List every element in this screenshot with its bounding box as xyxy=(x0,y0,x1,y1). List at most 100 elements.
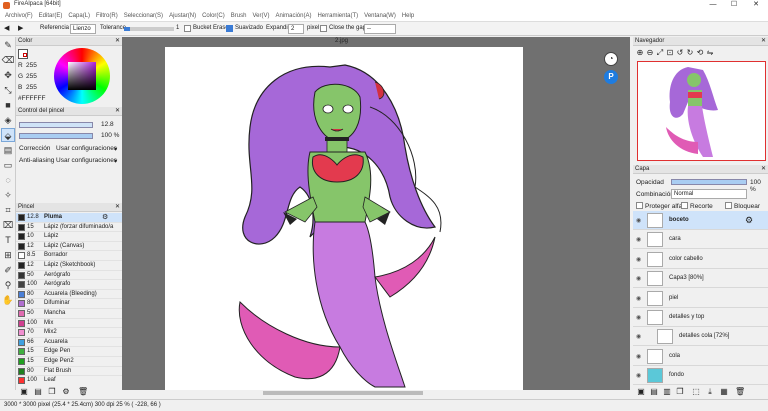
lock-checkbox[interactable] xyxy=(725,202,732,209)
brush-row[interactable]: 66 Acuarela xyxy=(16,338,122,348)
reset-rotation-icon[interactable]: ⟲ xyxy=(695,48,705,58)
brush-tool-icon[interactable]: ✎ xyxy=(1,38,15,52)
brush-row[interactable]: 15 Lápiz (forzar difuminado/a xyxy=(16,223,122,233)
menu-brush[interactable]: Brush xyxy=(228,10,250,22)
gradient-tool-icon[interactable]: ▤ xyxy=(1,143,15,157)
rotate-right-icon[interactable]: ↻ xyxy=(685,48,695,58)
gear-icon[interactable]: ⚙ xyxy=(102,213,108,222)
menu-animacion[interactable]: Animación(A) xyxy=(272,10,314,22)
brush-row[interactable]: 100 Aerógrafo xyxy=(16,280,122,290)
merge-down-icon[interactable]: ⤓ xyxy=(705,387,715,397)
close-icon[interactable]: ✕ xyxy=(761,165,766,174)
layer-row[interactable]: ◉ detalles cola [72%] xyxy=(633,327,768,347)
transform-tool-icon[interactable]: ⤡ xyxy=(1,83,15,97)
brush-row[interactable]: 50 Mancha xyxy=(16,309,122,319)
chevron-down-icon[interactable]: ▾ xyxy=(114,145,117,153)
frame-divider-tool-icon[interactable]: ⊞ xyxy=(1,248,15,262)
brush-settings-icon[interactable]: ⚙ xyxy=(61,387,71,397)
zoom-out-icon[interactable]: ⊖ xyxy=(645,48,655,58)
tolerance-slider[interactable] xyxy=(124,27,174,31)
suavizado-checkbox[interactable] xyxy=(226,25,233,32)
menu-ventana[interactable]: Ventana(W) xyxy=(361,10,399,22)
visibility-icon[interactable]: ◉ xyxy=(636,256,641,263)
lasso-tool-icon[interactable]: ◌ xyxy=(1,173,15,187)
delete-brush-icon[interactable]: 🗑 xyxy=(78,387,88,397)
b-value[interactable]: 255 xyxy=(26,84,37,91)
visibility-icon[interactable]: ◉ xyxy=(636,333,641,340)
expandir-select[interactable]: 2 xyxy=(288,24,304,34)
blend-mode-select[interactable]: Normal xyxy=(671,189,747,199)
chevron-down-icon[interactable]: ▾ xyxy=(114,157,117,165)
layer-row[interactable]: ◉ boceto ⚙ xyxy=(633,211,768,230)
dot-pen-tool-icon[interactable]: ✐ xyxy=(1,263,15,277)
text-tool-icon[interactable]: T xyxy=(1,233,15,247)
menu-capa[interactable]: Capa(L) xyxy=(65,10,93,22)
brush-row[interactable]: 15 Edge Pen xyxy=(16,347,122,357)
visibility-icon[interactable]: ◉ xyxy=(636,275,641,282)
select-pen-tool-icon[interactable]: ⌗ xyxy=(1,203,15,217)
magic-wand-tool-icon[interactable]: ✧ xyxy=(1,188,15,202)
eraser-tool-icon[interactable]: ⌫ xyxy=(1,53,15,67)
gap-select[interactable]: -- xyxy=(364,24,396,34)
referencia-select[interactable]: Lienzo xyxy=(70,24,96,34)
brush-row[interactable]: 15 Edge Pen2 xyxy=(16,357,122,367)
fit-window-icon[interactable]: ⤢ xyxy=(655,48,665,58)
antialias-select[interactable]: Usar configuraciones xyxy=(56,157,117,164)
close-gap-checkbox[interactable] xyxy=(320,25,327,32)
bucket-fill-tool-icon[interactable]: ⬙ xyxy=(1,128,15,142)
layer-row[interactable]: ◉ color cabello xyxy=(633,250,768,269)
brush-row[interactable]: 100 Mix xyxy=(16,319,122,329)
brush-size-slider[interactable] xyxy=(19,122,93,128)
brush-row[interactable]: 80 Flat Brush xyxy=(16,367,122,377)
menu-seleccionar[interactable]: Seleccionar(S) xyxy=(121,10,166,22)
document-tab[interactable]: 2.jpg xyxy=(335,38,348,44)
zoom-in-icon[interactable]: ⊕ xyxy=(635,48,645,58)
close-icon[interactable]: ✕ xyxy=(115,107,120,116)
bucket-erase-checkbox[interactable] xyxy=(184,25,191,32)
layer-opacity-slider[interactable] xyxy=(671,179,747,185)
bucket-tool-icon[interactable]: ◈ xyxy=(1,113,15,127)
visibility-icon[interactable]: ◉ xyxy=(636,295,641,302)
menu-editar[interactable]: Editar(E) xyxy=(36,10,66,22)
layer-row[interactable]: ◉ detalles y top xyxy=(633,308,768,327)
pixiv-icon[interactable]: P xyxy=(604,70,618,84)
nav-forward-icon[interactable]: ▶ xyxy=(18,24,23,32)
layer-row[interactable]: ◉ piel xyxy=(633,289,768,308)
move-tool-icon[interactable]: ✥ xyxy=(1,68,15,82)
g-value[interactable]: 255 xyxy=(26,73,37,80)
actual-size-icon[interactable]: ⊡ xyxy=(665,48,675,58)
hex-value[interactable]: #FFFFFF xyxy=(18,95,45,102)
canvas-horizontal-scrollbar[interactable] xyxy=(263,391,423,395)
alpaca-icon[interactable]: ◔ xyxy=(604,52,618,66)
menu-ver[interactable]: Ver(V) xyxy=(249,10,272,22)
select-eraser-tool-icon[interactable]: ⌧ xyxy=(1,218,15,232)
new-layer-icon[interactable]: ▣ xyxy=(636,387,646,397)
brush-opacity-slider[interactable] xyxy=(19,133,93,139)
gear-icon[interactable]: ⚙ xyxy=(745,215,753,226)
brush-row[interactable]: 50 Aerógrafo xyxy=(16,271,122,281)
close-button[interactable]: ✕ xyxy=(746,0,766,10)
close-icon[interactable]: ✕ xyxy=(115,37,120,46)
close-icon[interactable]: ✕ xyxy=(761,37,766,46)
navigator-preview[interactable] xyxy=(637,61,766,161)
menu-ajustar[interactable]: Ajustar(N) xyxy=(166,10,199,22)
brush-row[interactable]: 100 Leaf xyxy=(16,376,122,385)
layer-row[interactable]: ◉ Capa3 [80%] xyxy=(633,269,768,289)
select-tool-icon[interactable]: ▭ xyxy=(1,158,15,172)
new-brush-icon[interactable]: ▣ xyxy=(19,387,29,397)
layer-row[interactable]: ◉ fondo xyxy=(633,366,768,386)
eyedropper-tool-icon[interactable]: ⚲ xyxy=(1,278,15,292)
brush-row[interactable]: 8.5 Borrador xyxy=(16,251,122,261)
maximize-button[interactable]: ☐ xyxy=(724,0,744,10)
drawing-canvas[interactable] xyxy=(165,47,523,390)
correccion-select[interactable]: Usar configuraciones xyxy=(56,145,117,152)
fill-rect-tool-icon[interactable]: ■ xyxy=(1,98,15,112)
menu-filtro[interactable]: Filtro(R) xyxy=(93,10,121,22)
layer-row[interactable]: ◉ cola xyxy=(633,347,768,366)
minimize-button[interactable]: — xyxy=(703,0,723,10)
duplicate-brush-icon[interactable]: ❐ xyxy=(47,387,57,397)
visibility-icon[interactable]: ◉ xyxy=(636,314,641,321)
duplicate-layer-icon[interactable]: ❐ xyxy=(675,387,685,397)
clear-layer-icon[interactable]: ⬚ xyxy=(691,387,701,397)
brush-row[interactable]: 80 Acuarela (Bleeding) xyxy=(16,290,122,300)
